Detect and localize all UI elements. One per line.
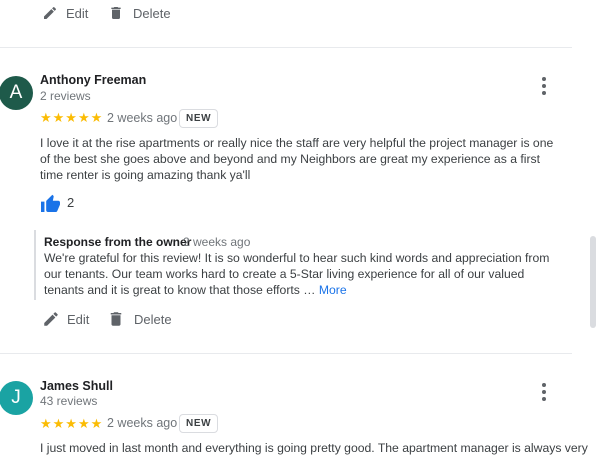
owner-response-text: We're grateful for this review! It is so… xyxy=(44,251,550,297)
owner-response: Response from the owner 2 weeks ago We'r… xyxy=(34,230,566,300)
avatar[interactable]: A xyxy=(0,76,33,110)
delete-label: Delete xyxy=(134,311,172,327)
dot-icon xyxy=(542,390,546,394)
dot-icon xyxy=(542,397,546,401)
avatar[interactable]: J xyxy=(0,381,33,415)
reviewer-name[interactable]: Anthony Freeman xyxy=(40,73,146,87)
delete-button[interactable]: Delete xyxy=(107,310,172,328)
like-count: 2 xyxy=(67,195,75,210)
edit-label: Edit xyxy=(66,5,89,21)
divider xyxy=(0,353,572,354)
edit-button[interactable]: Edit xyxy=(42,310,89,328)
reviewer-name[interactable]: James Shull xyxy=(40,379,113,393)
pencil-icon xyxy=(42,5,58,21)
edit-button-top[interactable]: Edit xyxy=(42,5,88,21)
more-options-button[interactable] xyxy=(533,74,555,98)
divider xyxy=(0,47,572,48)
review-text: I love it at the rise apartments or real… xyxy=(40,136,554,182)
thumbs-up-icon xyxy=(40,193,61,212)
delete-button-top[interactable]: Delete xyxy=(108,5,171,21)
review-date: 2 weeks ago xyxy=(107,416,178,430)
owner-response-title: Response from the owner xyxy=(44,235,192,249)
star-rating: ★★★★★ xyxy=(40,416,104,431)
owner-response-date: 2 weeks ago xyxy=(183,235,251,249)
new-badge: NEW xyxy=(179,109,219,128)
review-date: 2 weeks ago xyxy=(107,111,178,125)
pencil-icon xyxy=(42,310,60,328)
edit-label: Edit xyxy=(67,311,90,327)
review-count[interactable]: 2 reviews xyxy=(40,89,91,103)
like-button[interactable]: 2 xyxy=(40,193,74,212)
more-link[interactable]: More xyxy=(319,283,347,297)
new-badge: NEW xyxy=(179,414,219,433)
star-rating: ★★★★★ xyxy=(40,110,104,125)
trash-icon xyxy=(107,310,125,328)
more-options-button[interactable] xyxy=(533,380,555,404)
review-count[interactable]: 43 reviews xyxy=(40,394,97,408)
dot-icon xyxy=(542,91,546,95)
trash-icon xyxy=(108,5,124,21)
review-text: I just moved in last month and everythin… xyxy=(40,441,588,455)
dot-icon xyxy=(542,383,546,387)
scrollbar[interactable] xyxy=(590,236,596,328)
delete-label: Delete xyxy=(133,5,171,21)
dot-icon xyxy=(542,77,546,81)
dot-icon xyxy=(542,84,546,88)
